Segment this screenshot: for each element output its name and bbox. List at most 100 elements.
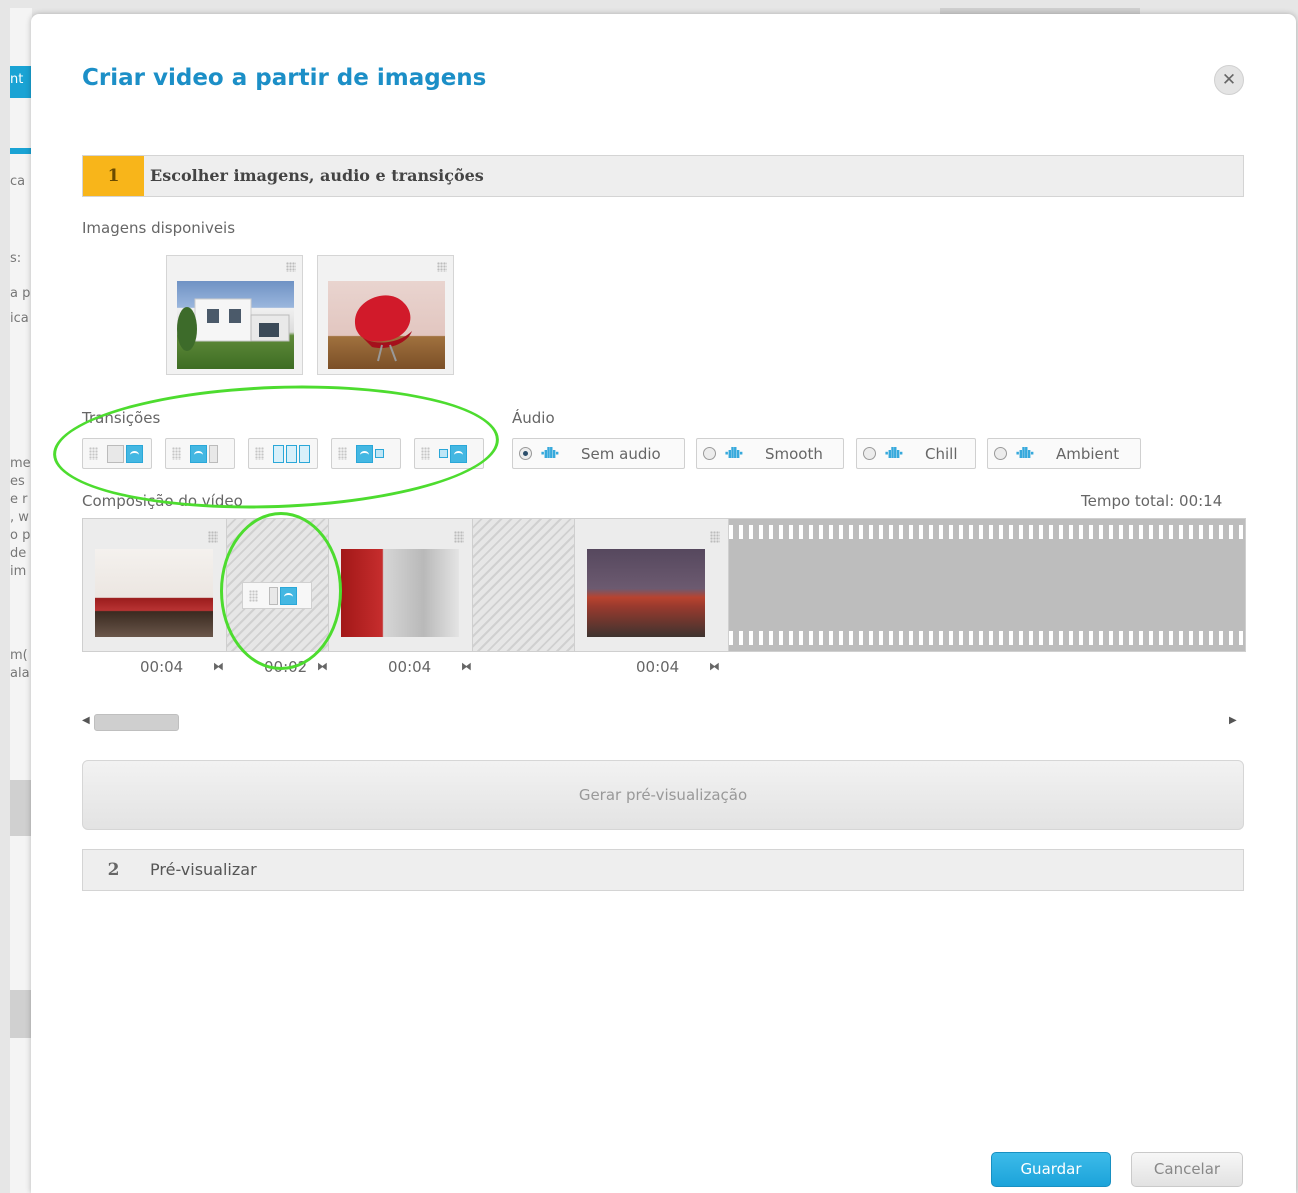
transition-zoom-in-icon: [439, 445, 467, 463]
step-1-header[interactable]: 1 Escolher imagens, audio e transições: [82, 155, 1244, 197]
available-images-label: Imagens disponiveis: [82, 219, 236, 237]
filmstrip-holes-bottom: [729, 631, 1245, 645]
clip-duration: 00:04: [636, 658, 680, 676]
audio-option-ambient[interactable]: ·ıllı· Ambient: [987, 438, 1141, 469]
drag-handle-icon[interactable]: [208, 531, 218, 543]
video-timeline[interactable]: [82, 518, 1246, 652]
duration-adjust-icon[interactable]: ⧓: [317, 660, 328, 673]
background-text: a p: [10, 286, 31, 301]
step-number: 1: [83, 156, 144, 196]
total-time: Tempo total: 00:14: [1081, 492, 1223, 510]
transition-duration: 00:02: [264, 658, 308, 676]
transition-zoom-in[interactable]: [414, 438, 484, 469]
background-tab-underline: [10, 148, 32, 154]
background-text: o p: [10, 528, 31, 543]
step-label: Pré-visualizar: [150, 860, 257, 879]
create-video-dialog: Criar video a partir de imagens ✕ 1 Esco…: [31, 14, 1296, 1193]
transition-crossfade-icon: [269, 587, 297, 605]
background-block: [10, 990, 32, 1038]
scroll-left-icon[interactable]: ◀: [82, 715, 90, 726]
duration-adjust-icon[interactable]: ⧓: [709, 660, 720, 673]
background-text: me: [10, 456, 31, 471]
timeline-transition[interactable]: [227, 519, 329, 651]
background-block: [10, 780, 32, 836]
image-thumb-house[interactable]: [166, 255, 303, 375]
drag-handle-icon: [421, 447, 430, 460]
audio-wave-icon: ·ıllı·: [724, 445, 744, 462]
background-text: ica: [10, 311, 29, 326]
background-text: , w: [10, 510, 29, 525]
audio-wave-icon: ·ıllı·: [540, 445, 560, 462]
transitions-label: Transições: [82, 409, 161, 427]
background-text: e r: [10, 492, 28, 507]
filmstrip-holes-top: [729, 525, 1245, 539]
audio-option-sem-audio[interactable]: ·ıllı· Sem audio: [512, 438, 685, 469]
transition-slide-grid[interactable]: [248, 438, 318, 469]
image-thumb-chair[interactable]: [317, 255, 454, 375]
drag-handle-icon: [249, 590, 258, 602]
transition-zoom-out-icon: [356, 445, 384, 463]
transition-fade-icon: [107, 445, 143, 463]
save-button[interactable]: Guardar: [991, 1152, 1111, 1187]
duration-adjust-icon[interactable]: ⧓: [213, 660, 224, 673]
transition-chip[interactable]: [242, 582, 312, 609]
duration-adjust-icon[interactable]: ⧓: [461, 660, 472, 673]
living-room-photo: [95, 549, 213, 637]
audio-label: Áudio: [512, 409, 555, 427]
audio-option-chill[interactable]: ·ıllı· Chill: [856, 438, 976, 469]
audio-option-label: Ambient: [1056, 444, 1120, 463]
audio-option-smooth[interactable]: ·ıllı· Smooth: [696, 438, 844, 469]
clip-duration: 00:04: [140, 658, 184, 676]
radio-icon[interactable]: [863, 447, 876, 460]
timeline-transition-empty[interactable]: [473, 519, 575, 651]
radio-icon[interactable]: [994, 447, 1007, 460]
drag-handle-icon[interactable]: [710, 531, 720, 543]
background-text: ca: [10, 174, 26, 189]
transition-grid-icon: [273, 445, 310, 463]
house-illustration: [177, 298, 290, 351]
red-chair-photo: [328, 281, 445, 369]
audio-option-label: Sem audio: [581, 444, 661, 463]
timeline-filmstrip: [729, 519, 1245, 651]
generate-preview-button[interactable]: Gerar pré-visualização: [82, 760, 1244, 830]
clip-duration: 00:04: [388, 658, 432, 676]
radio-icon[interactable]: [703, 447, 716, 460]
audio-wave-icon: ·ıllı·: [884, 445, 904, 462]
transition-crossfade[interactable]: [165, 438, 235, 469]
transition-fade[interactable]: [82, 438, 152, 469]
radio-selected-icon[interactable]: [519, 447, 532, 460]
house-photo: [177, 281, 294, 369]
transition-zoom-out[interactable]: [331, 438, 401, 469]
cancel-button[interactable]: Cancelar: [1131, 1152, 1243, 1187]
drag-handle-icon: [338, 447, 347, 460]
step-label: Escolher imagens, audio e transições: [150, 166, 484, 185]
scroll-right-icon[interactable]: ▶: [1229, 715, 1237, 726]
background-text: ala: [10, 666, 30, 681]
chair-illustration: [354, 295, 412, 362]
timeline-clip-bedroom[interactable]: [575, 519, 729, 651]
background-text: im: [10, 564, 27, 579]
drag-handle-icon: [255, 447, 264, 460]
audio-option-label: Chill: [925, 444, 958, 463]
timeline-scrollbar[interactable]: [94, 714, 179, 731]
drag-handle-icon[interactable]: [286, 262, 296, 272]
background-text: s:: [10, 251, 22, 266]
step-2-header[interactable]: 2 Pré-visualizar: [82, 849, 1244, 891]
audio-wave-icon: ·ıllı·: [1015, 445, 1035, 462]
timeline-clip-living-room[interactable]: [83, 519, 227, 651]
dialog-title: Criar video a partir de imagens: [82, 65, 487, 91]
drag-handle-icon: [89, 447, 98, 460]
timeline-clip-kitchen[interactable]: [329, 519, 473, 651]
composition-label: Composição do vídeo: [82, 492, 243, 510]
drag-handle-icon[interactable]: [454, 531, 464, 543]
kitchen-photo: [341, 549, 459, 637]
background-text: de: [10, 546, 27, 561]
drag-handle-icon[interactable]: [437, 262, 447, 272]
audio-option-label: Smooth: [765, 444, 823, 463]
step-number: 2: [107, 860, 120, 880]
close-icon[interactable]: ✕: [1214, 65, 1244, 95]
background-tab: nt: [10, 66, 32, 98]
drag-handle-icon: [172, 447, 181, 460]
background-text: m(: [10, 648, 28, 663]
transition-crossfade-icon: [190, 445, 218, 463]
